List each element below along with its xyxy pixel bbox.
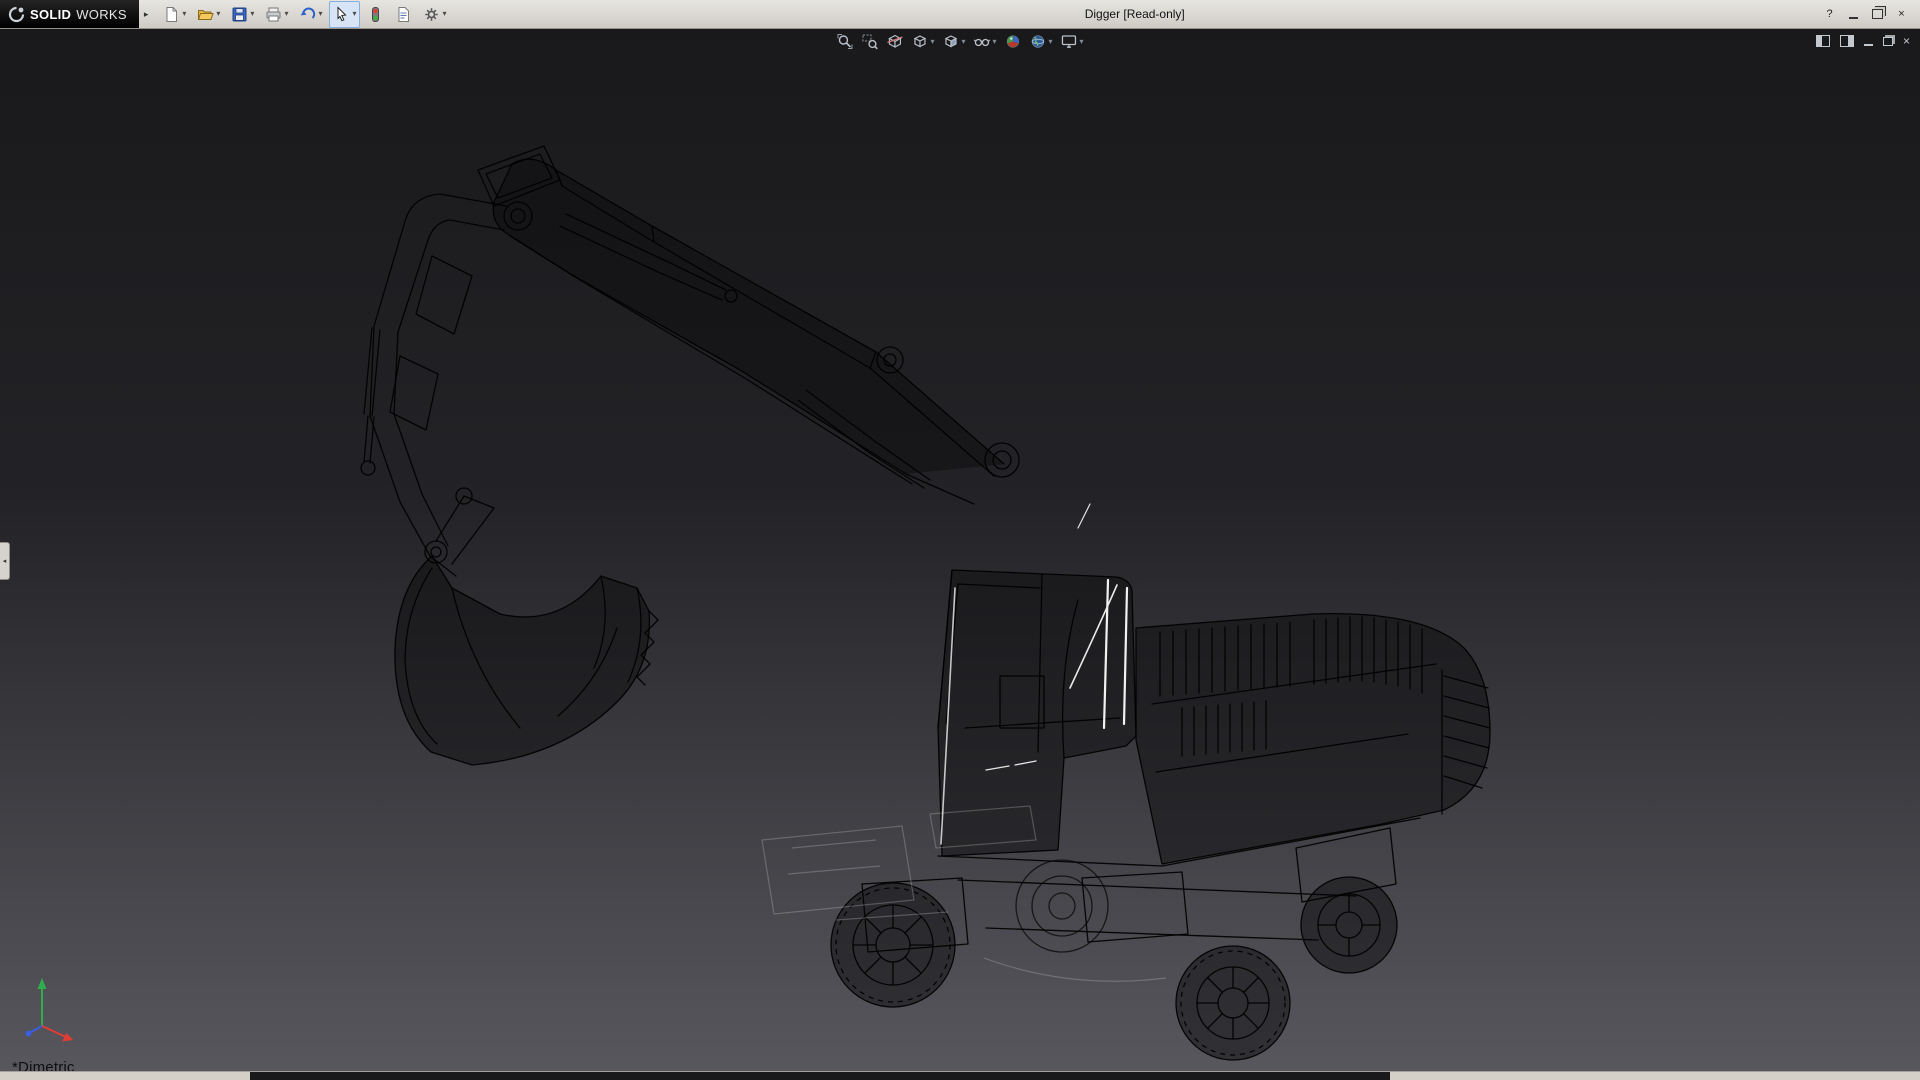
graphics-viewport[interactable]: ▾ ▾ ▾ [0, 28, 1920, 1072]
window-title: Digger [Read-only] [451, 7, 1820, 21]
chevron-down-icon[interactable]: ▾ [1049, 38, 1053, 46]
chevron-down-icon[interactable]: ▾ [930, 38, 934, 46]
window-controls: ? × [1819, 5, 1920, 23]
document-restore-button[interactable] [1883, 34, 1893, 48]
undo-icon [299, 6, 316, 23]
display-style-button[interactable]: ▾ [942, 33, 965, 50]
scene-globe-icon [1030, 33, 1047, 50]
appearance-ball-icon [1005, 33, 1022, 50]
rebuild-button[interactable] [363, 1, 388, 28]
view-settings-icon [1061, 33, 1078, 50]
rebuild-traffic-light-icon [367, 6, 384, 23]
edit-appearance-button[interactable] [1005, 33, 1022, 50]
chevron-down-icon[interactable]: ▾ [992, 38, 996, 46]
brand-works: WORKS [76, 7, 127, 22]
dock-pane-right-button[interactable] [1840, 34, 1854, 48]
headsup-view-toolbar: ▾ ▾ ▾ [836, 33, 1083, 50]
print-icon [265, 6, 282, 23]
select-button[interactable]: ▾ [329, 1, 360, 28]
options-gear-icon [423, 6, 440, 23]
document-close-button[interactable]: × [1903, 34, 1910, 48]
view-orientation-cube-icon [911, 33, 928, 50]
select-cursor-icon [333, 6, 350, 23]
chevron-down-icon[interactable]: ▾ [284, 10, 288, 18]
status-message-area [250, 1072, 1390, 1080]
options-button[interactable]: ▾ [419, 1, 450, 28]
open-document-icon [197, 6, 214, 23]
hide-show-items-button[interactable]: ▾ [973, 33, 996, 50]
panel-collapse-tab[interactable]: ◂ [0, 542, 10, 580]
zoom-to-area-button[interactable] [861, 33, 878, 50]
toolbar-expander-icon[interactable]: ▸ [139, 9, 154, 20]
restore-button[interactable] [1867, 5, 1888, 23]
chevron-down-icon[interactable]: ▾ [442, 10, 446, 18]
status-bar [0, 1071, 1920, 1080]
chevron-down-icon[interactable]: ▾ [250, 10, 254, 18]
display-style-icon [942, 33, 959, 50]
save-icon [231, 6, 248, 23]
ds-swirl-icon [8, 6, 25, 23]
restore-icon [1883, 37, 1893, 46]
view-orientation-button[interactable]: ▾ [911, 33, 934, 50]
restore-icon [1872, 9, 1883, 19]
section-view-button[interactable] [886, 33, 903, 50]
close-button[interactable]: × [1891, 5, 1912, 23]
excavator-wireframe-model [0, 28, 1920, 1072]
view-settings-button[interactable]: ▾ [1061, 33, 1084, 50]
chevron-down-icon[interactable]: ▾ [182, 10, 186, 18]
chevron-down-icon[interactable]: ▾ [216, 10, 220, 18]
minimize-button[interactable] [1843, 5, 1864, 23]
section-view-icon [886, 33, 903, 50]
chevron-down-icon[interactable]: ▾ [1080, 38, 1084, 46]
save-button[interactable]: ▾ [227, 1, 258, 28]
chevron-down-icon[interactable]: ▾ [961, 38, 965, 46]
main-toolbar: ▾ ▾ ▾ ▾ [159, 1, 450, 28]
brand-solid: SOLID [30, 7, 71, 22]
zoom-to-fit-icon [836, 33, 853, 50]
zoom-to-fit-button[interactable] [836, 33, 853, 50]
document-minimize-button[interactable] [1864, 34, 1873, 48]
apply-scene-button[interactable]: ▾ [1030, 33, 1053, 50]
file-properties-icon [395, 6, 412, 23]
help-button[interactable]: ? [1819, 5, 1840, 23]
open-document-button[interactable]: ▾ [193, 1, 224, 28]
orientation-triad [18, 974, 82, 1046]
dock-left-icon [1816, 35, 1830, 47]
document-window-controls: × [1816, 34, 1910, 48]
triad-x-axis [42, 1026, 66, 1037]
undo-button[interactable]: ▾ [295, 1, 326, 28]
chevron-down-icon[interactable]: ▾ [352, 10, 356, 18]
new-document-icon [163, 6, 180, 23]
dock-pane-left-button[interactable] [1816, 34, 1830, 48]
file-properties-button[interactable] [391, 1, 416, 28]
dock-right-icon [1840, 35, 1854, 47]
triad-z-axis [31, 1026, 42, 1032]
solidworks-logo: SOLID WORKS [0, 0, 139, 28]
new-document-button[interactable]: ▾ [159, 1, 190, 28]
minimize-icon [1864, 37, 1873, 46]
glasses-icon [973, 33, 990, 50]
chevron-down-icon[interactable]: ▾ [318, 10, 322, 18]
titlebar: SOLID WORKS ▸ ▾ ▾ ▾ [0, 0, 1920, 29]
print-button[interactable]: ▾ [261, 1, 292, 28]
minimize-icon [1849, 10, 1858, 19]
zoom-to-area-icon [861, 33, 878, 50]
